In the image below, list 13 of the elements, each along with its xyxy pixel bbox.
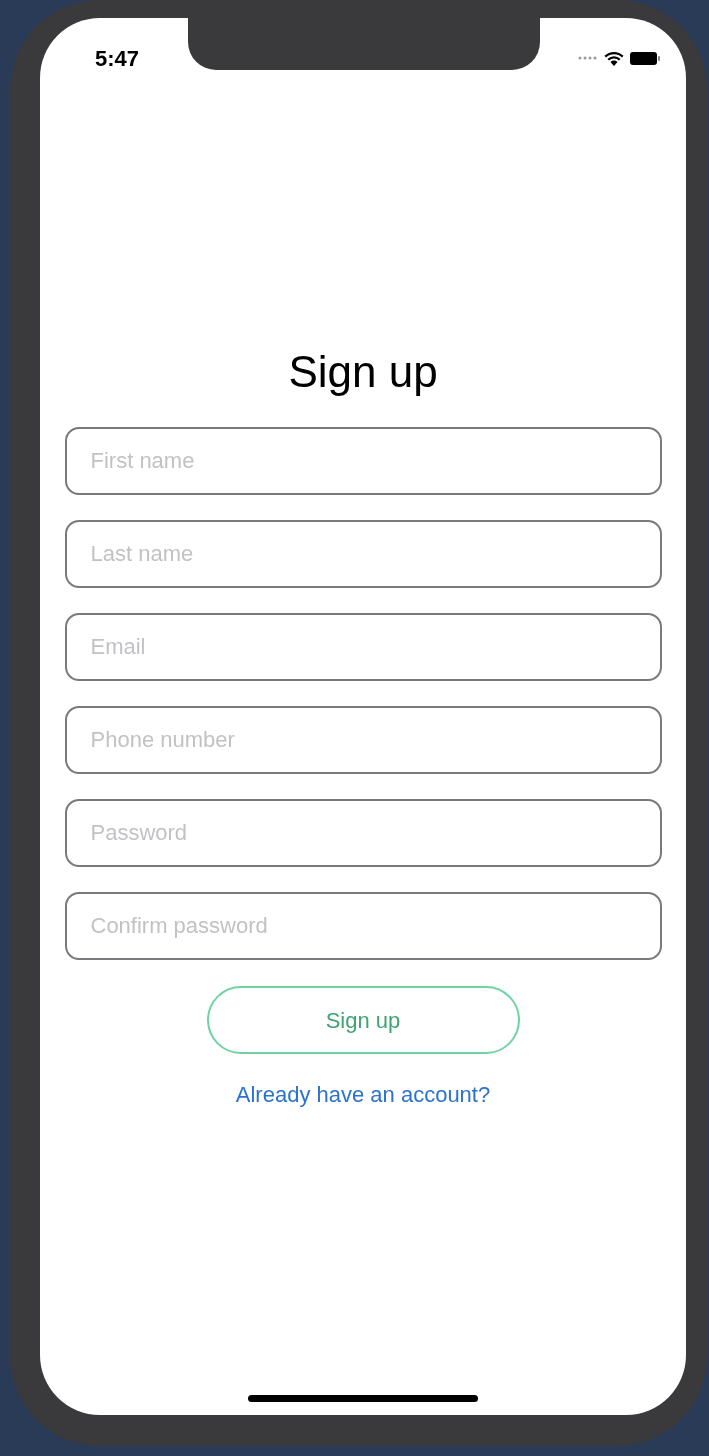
input-field[interactable]: Email <box>64 613 662 681</box>
battery-icon <box>630 51 660 65</box>
signal-icon <box>578 56 598 60</box>
sign-up-button[interactable]: Sign up <box>206 986 520 1054</box>
login-link[interactable]: Already have an account? <box>235 1080 491 1110</box>
input-field[interactable]: First name <box>64 427 662 495</box>
input-field[interactable]: Password <box>64 799 662 867</box>
wifi-icon <box>604 50 624 66</box>
status-time: 5:47 <box>95 44 140 73</box>
input-field[interactable]: Confirm password <box>64 892 662 960</box>
page-title: Sign up <box>288 346 438 398</box>
input-field[interactable]: Last name <box>64 520 662 588</box>
input-field[interactable]: Phone number <box>64 706 662 774</box>
